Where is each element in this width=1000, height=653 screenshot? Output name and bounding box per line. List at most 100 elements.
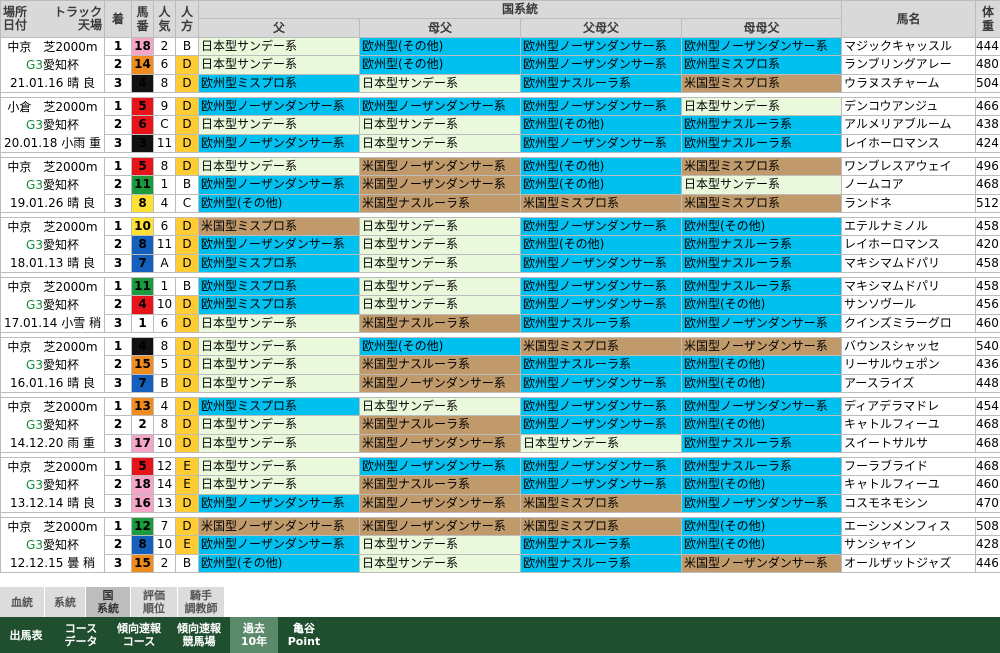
race-date: 18.01.13 晴 良 (9, 256, 96, 270)
horse-name[interactable]: バウンスシャッセ (841, 336, 977, 357)
table-row[interactable]: 中京 芝2000m G3愛知杯 18.01.13 晴 良 1 10 6 D 米国型ミスプ… (0, 216, 1000, 273)
view-tab[interactable]: 国 系統 (86, 587, 131, 617)
horse-name[interactable]: アースライズ (841, 373, 977, 394)
race-info: 中京 芝2000m G3愛知杯 13.12.14 晴 良 (0, 457, 105, 513)
horse-name[interactable]: サンシャイン (841, 535, 977, 555)
horse-weight: 438 (975, 115, 1000, 135)
table-row[interactable]: 3 15 2 B 欧州型(その他) 日本型サンデー系 欧州型ナスルーラ系 米国型ノーザンダンサ… (1, 553, 1000, 574)
horse-name[interactable]: ディアデラマドレ (841, 396, 977, 417)
table-row[interactable]: 2 15 5 D 日本型サンデー系 米国型ナスルーラ系 欧州型ナスルーラ系 欧州型(その他) リ… (1, 355, 1000, 375)
sire-dam-sire-lineage: 欧州型ノーザンダンサー系 (520, 36, 682, 57)
table-row[interactable]: 中京 芝2000m G3愛知杯 21.01.16 晴 良 1 18 2 B 日本型サンデ… (0, 36, 1000, 93)
race-date: 13.12.14 晴 良 (9, 496, 96, 510)
table-row[interactable]: 2 6 C D 日本型サンデー系 日本型サンデー系 欧州型(その他) 欧州型ナスルーラ系 アルメ… (1, 115, 1000, 135)
mark-grade: E (175, 475, 199, 495)
sire-lineage: 日本型サンデー系 (198, 55, 360, 75)
sire-dam-sire-lineage: 欧州型ノーザンダンサー系 (520, 253, 682, 274)
table-row[interactable]: 2 2 8 D 日本型サンデー系 米国型ナスルーラ系 欧州型ノーザンダンサー系 欧州型(その他… (1, 415, 1000, 435)
dam-sire-lineage: 日本型サンデー系 (359, 295, 521, 315)
bottom-nav-tab[interactable]: 傾向速報 競馬場 (168, 617, 230, 653)
table-row[interactable]: 中京 芝2000m G3愛知杯 14.12.20 雨 重 1 13 4 D 欧州型ミスプ… (0, 396, 1000, 453)
horse-name[interactable]: マキシマムドパリ (841, 276, 977, 297)
horse-name[interactable]: スイートサルサ (841, 433, 977, 454)
table-row[interactable]: 小倉 芝2000m G3愛知杯 20.01.18 小雨 重 1 5 9 D 欧州型ノーザ… (0, 96, 1000, 153)
table-row[interactable]: 3 8 4 C 欧州型(その他) 米国型ナスルーラ系 米国型ミスプロ系 米国型ミスプロ系 ランド… (1, 193, 1000, 214)
view-tab[interactable]: 評価 順位 (131, 587, 178, 617)
header-sire-dam-sire: 父母父 (520, 18, 682, 38)
race-name: 愛知杯 (42, 238, 79, 252)
dam-sire-lineage: 日本型サンデー系 (359, 553, 521, 574)
finish-rank: 3 (104, 73, 132, 94)
table-row[interactable]: 3 3 11 D 欧州型ノーザンダンサー系 日本型サンデー系 欧州型ノーザンダンサー系 欧州型… (1, 133, 1000, 154)
view-tab[interactable]: 血統 (0, 587, 45, 617)
horse-name[interactable]: エーシンメンフィス (841, 516, 977, 537)
race-name: 愛知杯 (42, 58, 79, 72)
horse-name[interactable]: エテルナミノル (841, 216, 977, 237)
popularity: 4 (153, 193, 176, 214)
view-tab[interactable]: 系統 (45, 587, 86, 617)
table-row[interactable]: 2 8 11 D 欧州型ノーザンダンサー系 日本型サンデー系 欧州型(その他) 欧州型ナスルー… (1, 235, 1000, 255)
horse-name[interactable]: サンソヴール (841, 295, 977, 315)
horse-weight: 468 (975, 175, 1000, 195)
horse-name[interactable]: ワンブレスアウェイ (841, 156, 977, 177)
race-date: 21.01.16 晴 良 (9, 76, 96, 90)
mark-grade: D (175, 235, 199, 255)
horse-name[interactable]: ランドネ (841, 193, 977, 214)
table-row[interactable]: 中京 芝2000m G3愛知杯 16.01.16 晴 良 1 4 8 D 日本型サンデー… (0, 336, 1000, 393)
finish-rank: 2 (104, 115, 132, 135)
sire-lineage: 欧州型ミスプロ系 (198, 295, 360, 315)
mark-grade: E (175, 456, 199, 477)
horse-name[interactable]: マジックキャッスル (841, 36, 977, 57)
finish-rank: 2 (104, 295, 132, 315)
table-row[interactable]: 中京 芝2000m G3愛知杯 19.01.26 晴 良 1 5 8 D 日本型サンデー… (0, 156, 1000, 213)
horse-name[interactable]: ランブリングアレー (841, 55, 977, 75)
table-row[interactable]: 3 4 8 D 欧州型ミスプロ系 日本型サンデー系 欧州型ナスルーラ系 米国型ミスプロ系 ウラヌ… (1, 73, 1000, 94)
view-tab[interactable]: 騎手 調教師 (178, 587, 225, 617)
table-row[interactable]: 2 11 1 B 欧州型ノーザンダンサー系 米国型ノーザンダンサー系 欧州型(その他) 日本型… (1, 175, 1000, 195)
dam-sire-lineage: 米国型ノーザンダンサー系 (359, 373, 521, 394)
table-row[interactable]: 3 17 10 D 日本型サンデー系 米国型ノーザンダンサー系 日本型サンデー系 欧州型ナスル… (1, 433, 1000, 454)
horse-number: 4 (131, 73, 154, 94)
finish-rank: 1 (104, 276, 132, 297)
table-row[interactable]: 2 14 6 D 日本型サンデー系 欧州型(その他) 欧州型ノーザンダンサー系 欧州型ミスプロ… (1, 55, 1000, 75)
horse-name[interactable]: アルメリアブルーム (841, 115, 977, 135)
bottom-nav-tab[interactable]: 亀谷 Point (278, 617, 330, 653)
sire-lineage: 日本型サンデー系 (198, 115, 360, 135)
dam-dam-sire-lineage: 欧州型(その他) (680, 295, 843, 315)
bottom-nav-tab[interactable]: 傾向速報 コース (110, 617, 168, 653)
horse-name[interactable]: クインズミラーグロ (841, 313, 977, 334)
popularity: 12 (153, 456, 176, 477)
horse-number: 14 (131, 55, 154, 75)
horse-name[interactable]: ウラヌスチャーム (841, 73, 977, 94)
bottom-nav-tab[interactable]: コース データ (52, 617, 110, 653)
horse-name[interactable]: フーラブライド (841, 456, 977, 477)
horse-name[interactable]: コスモネモシン (841, 493, 977, 514)
table-row[interactable]: 3 7 A D 欧州型ミスプロ系 日本型サンデー系 欧州型ノーザンダンサー系 欧州型ナスルーラ… (1, 253, 1000, 274)
horse-name[interactable]: オールザットジャズ (841, 553, 977, 574)
horse-name[interactable]: キャトルフィーユ (841, 415, 977, 435)
horse-name[interactable]: キャトルフィーユ (841, 475, 977, 495)
horse-name[interactable]: レイホーロマンス (841, 235, 977, 255)
table-row[interactable]: 3 7 B D 日本型サンデー系 米国型ノーザンダンサー系 欧州型ノーザンダンサー系 欧州型(… (1, 373, 1000, 394)
finish-rank: 1 (104, 336, 132, 357)
table-row[interactable]: 3 1 6 D 日本型サンデー系 米国型ナスルーラ系 欧州型ナスルーラ系 欧州型ノーザンダンサ… (1, 313, 1000, 334)
bottom-nav-tab[interactable]: 過去 10年 (230, 617, 278, 653)
bottom-nav-tab[interactable]: 出馬表 (0, 617, 52, 653)
horse-name[interactable]: デンコウアンジュ (841, 96, 977, 117)
table-row[interactable]: 2 18 14 E 日本型サンデー系 米国型ナスルーラ系 欧州型ノーザンダンサー系 欧州型(そ… (1, 475, 1000, 495)
mark-grade: C (175, 193, 199, 214)
horse-name[interactable]: ノームコア (841, 175, 977, 195)
sire-lineage: 日本型サンデー系 (198, 156, 360, 177)
horse-name[interactable]: リーサルウェポン (841, 355, 977, 375)
horse-name[interactable]: マキシマムドパリ (841, 253, 977, 274)
popularity: 2 (153, 36, 176, 57)
table-row[interactable]: 中京 芝2000m G3愛知杯 13.12.14 晴 良 1 5 12 E 日本型サンデ… (0, 456, 1000, 513)
table-row[interactable]: 3 16 13 D 欧州型ノーザンダンサー系 米国型ノーザンダンサー系 米国型ミスプロ系 欧州… (1, 493, 1000, 514)
table-row[interactable]: 2 4 10 D 欧州型ミスプロ系 日本型サンデー系 欧州型ノーザンダンサー系 欧州型(その他… (1, 295, 1000, 315)
horse-name[interactable]: レイホーロマンス (841, 133, 977, 154)
table-row[interactable]: 中京 芝2000m G3愛知杯 12.12.15 曇 稍 1 12 7 D 米国型ノーザ… (0, 516, 1000, 573)
table-row[interactable]: 2 8 10 E 欧州型ノーザンダンサー系 日本型サンデー系 欧州型ナスルーラ系 欧州型(その… (1, 535, 1000, 555)
popularity: 6 (153, 313, 176, 334)
dam-sire-lineage: 欧州型(その他) (359, 36, 521, 57)
table-row[interactable]: 中京 芝2000m G3愛知杯 17.01.14 小雪 稍 1 11 1 B 欧州型ミス… (0, 276, 1000, 333)
